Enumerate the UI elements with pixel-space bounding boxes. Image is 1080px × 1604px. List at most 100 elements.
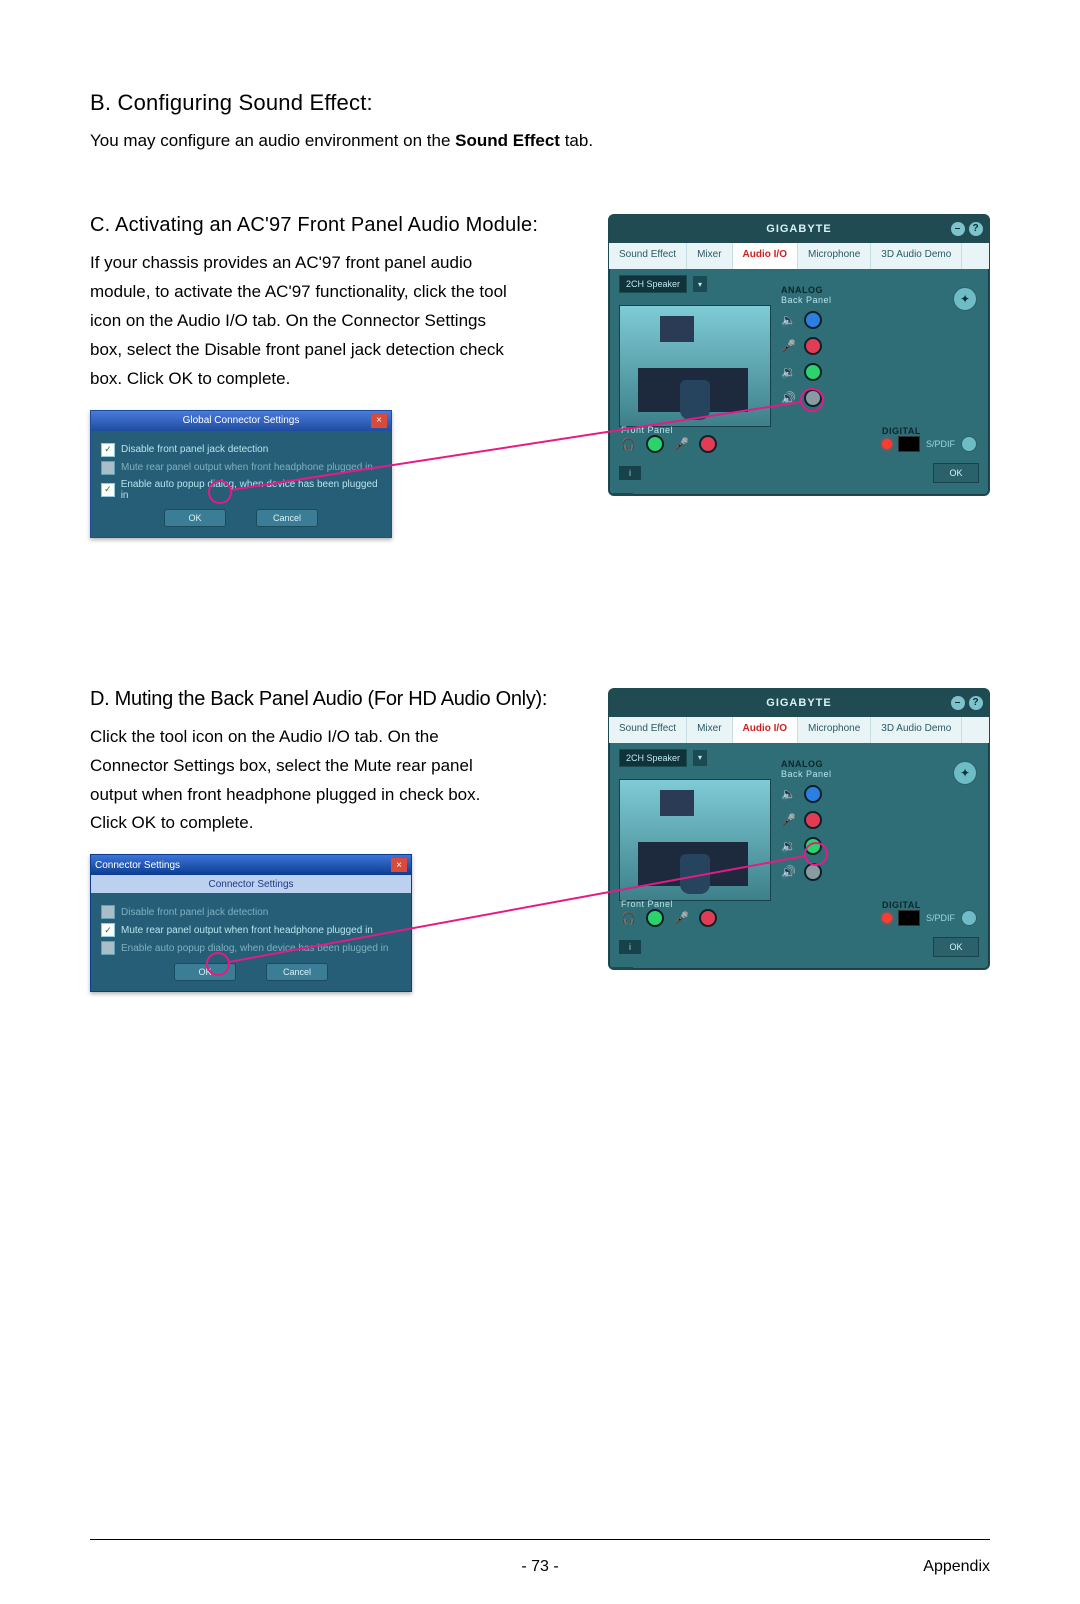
disable-front-jack-label: Disable front panel jack detection	[121, 444, 268, 455]
tab-sound-effect[interactable]: Sound Effect	[609, 717, 687, 743]
mic-icon: 🎤	[781, 339, 796, 353]
tab-microphone[interactable]: Microphone	[798, 717, 871, 743]
tab-audio-io[interactable]: Audio I/O	[733, 243, 798, 269]
gear-icon[interactable]: ✦	[953, 287, 977, 311]
cs-disable-front-checkbox[interactable]	[101, 905, 115, 919]
line-out-icon: 🔉	[781, 839, 796, 853]
ok-button[interactable]: OK	[164, 509, 226, 527]
info-icon[interactable]: i	[619, 940, 641, 954]
analog-label: ANALOG	[781, 285, 979, 295]
info-icon[interactable]: i	[619, 466, 641, 480]
disable-front-jack-checkbox[interactable]: ✓	[101, 443, 115, 457]
audio-manager-panel-2: GIGABYTE – ? Sound Effect Mixer Audio I/…	[608, 688, 990, 970]
digital-gear-icon[interactable]	[961, 436, 977, 452]
mute-rear-checkbox[interactable]	[101, 461, 115, 475]
analog-label: ANALOG	[781, 759, 979, 769]
front-panel-label: Front Panel	[621, 899, 717, 909]
spdif-label: S/PDIF	[926, 439, 955, 449]
front-jack-mic[interactable]	[699, 435, 717, 453]
headphone-icon: 🎧	[621, 437, 636, 451]
headphone-icon: 🎧	[621, 911, 636, 925]
cs-auto-popup-checkbox[interactable]	[101, 941, 115, 955]
auto-popup-label: Enable auto popup dialog, when device ha…	[121, 479, 381, 501]
section-b-body: You may configure an audio environment o…	[90, 128, 870, 154]
panel-ok-button[interactable]: OK	[933, 937, 979, 957]
spdif-chip-icon	[898, 436, 920, 452]
spdif-label: S/PDIF	[926, 913, 955, 923]
panel-brand: GIGABYTE	[766, 223, 831, 235]
footer-section: Appendix	[923, 1558, 990, 1576]
panel-ok-button[interactable]: OK	[933, 463, 979, 483]
section-c-title: C. Activating an AC'97 Front Panel Audio…	[90, 214, 582, 237]
minimize-icon[interactable]: –	[951, 696, 965, 710]
spdif-led-icon	[882, 913, 892, 923]
page-footer: - 73 - Appendix	[90, 1558, 990, 1576]
chevron-down-icon[interactable]: ▾	[693, 276, 707, 292]
panel-tabs: Sound Effect Mixer Audio I/O Microphone …	[609, 243, 989, 269]
jack-mic[interactable]	[804, 811, 822, 829]
tab-microphone[interactable]: Microphone	[798, 243, 871, 269]
side-icon: 🔊	[781, 865, 796, 879]
digital-gear-icon[interactable]	[961, 910, 977, 926]
jack-line-in[interactable]	[804, 785, 822, 803]
section-d-row: D. Muting the Back Panel Audio (For HD A…	[90, 688, 990, 993]
mic-icon: 🎤	[781, 813, 796, 827]
back-panel-label: Back Panel	[781, 769, 979, 779]
cs-ok-button[interactable]: OK	[174, 963, 236, 981]
panel-brand: GIGABYTE	[766, 697, 831, 709]
global-connector-settings-dialog: Global Connector Settings × ✓ Disable fr…	[90, 410, 392, 538]
cs-opt1-label: Disable front panel jack detection	[121, 907, 268, 918]
manual-page: B. Configuring Sound Effect: You may con…	[0, 0, 1080, 1604]
cs-opt2-label: Mute rear panel output when front headph…	[121, 925, 373, 936]
mic-front-icon: 🎤	[674, 911, 689, 925]
section-d-title: D. Muting the Back Panel Audio (For HD A…	[90, 688, 582, 711]
spdif-chip-icon	[898, 910, 920, 926]
mute-rear-label: Mute rear panel output when front headph…	[121, 462, 373, 473]
play-icon[interactable]: ▶	[613, 967, 633, 970]
jack-side[interactable]	[804, 863, 822, 881]
line-in-icon: 🔈	[781, 313, 796, 327]
gear-icon[interactable]: ✦	[953, 761, 977, 785]
tab-mixer[interactable]: Mixer	[687, 717, 732, 743]
tab-3d-demo[interactable]: 3D Audio Demo	[871, 717, 962, 743]
play-icon[interactable]: ▶	[613, 493, 633, 496]
line-out-icon: 🔉	[781, 365, 796, 379]
jack-line-in[interactable]	[804, 311, 822, 329]
front-jack-mic[interactable]	[699, 909, 717, 927]
jack-side[interactable]	[804, 389, 822, 407]
digital-label: DIGITAL	[882, 900, 977, 910]
speaker-config-select[interactable]: 2CH Speaker	[619, 275, 687, 293]
close-icon[interactable]: ×	[371, 414, 387, 428]
front-panel-label: Front Panel	[621, 425, 717, 435]
line-in-icon: 🔈	[781, 787, 796, 801]
tab-audio-io[interactable]: Audio I/O	[733, 717, 798, 743]
digital-label: DIGITAL	[882, 426, 977, 436]
speaker-config-select[interactable]: 2CH Speaker	[619, 749, 687, 767]
spdif-led-icon	[882, 439, 892, 449]
side-icon: 🔊	[781, 391, 796, 405]
front-jack-hp[interactable]	[646, 435, 664, 453]
jack-line-out[interactable]	[804, 837, 822, 855]
cs-subtitle: Connector Settings	[91, 875, 411, 893]
auto-popup-checkbox[interactable]: ✓	[101, 483, 115, 497]
cs-opt3-label: Enable auto popup dialog, when device ha…	[121, 943, 388, 954]
close-icon[interactable]: ×	[391, 858, 407, 872]
page-number: - 73 -	[521, 1558, 558, 1576]
tab-sound-effect[interactable]: Sound Effect	[609, 243, 687, 269]
help-icon[interactable]: ?	[969, 222, 983, 236]
section-b-title: B. Configuring Sound Effect:	[90, 90, 990, 116]
front-jack-hp[interactable]	[646, 909, 664, 927]
jack-line-out[interactable]	[804, 363, 822, 381]
help-icon[interactable]: ?	[969, 696, 983, 710]
cancel-button[interactable]: Cancel	[256, 509, 318, 527]
section-d-body: Click the tool icon on the Audio I/O tab…	[90, 723, 520, 839]
footer-rule	[90, 1539, 990, 1540]
tab-3d-demo[interactable]: 3D Audio Demo	[871, 243, 962, 269]
chevron-down-icon[interactable]: ▾	[693, 750, 707, 766]
minimize-icon[interactable]: –	[951, 222, 965, 236]
cs-mute-rear-checkbox[interactable]: ✓	[101, 923, 115, 937]
cs-cancel-button[interactable]: Cancel	[266, 963, 328, 981]
room-preview	[619, 305, 771, 427]
jack-mic[interactable]	[804, 337, 822, 355]
tab-mixer[interactable]: Mixer	[687, 243, 732, 269]
